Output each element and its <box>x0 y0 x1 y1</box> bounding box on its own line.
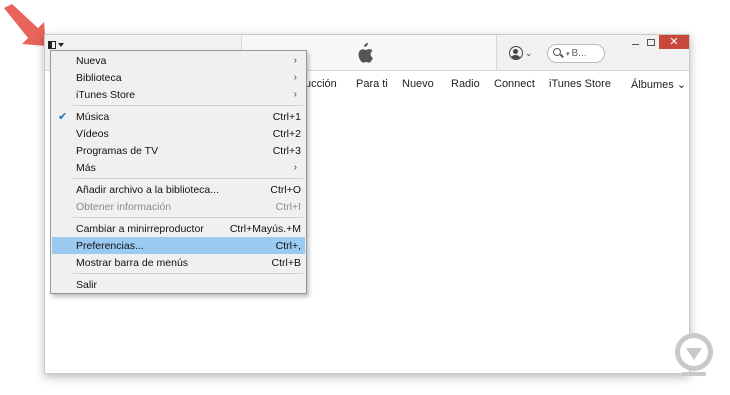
menu-item-shortcut: Ctrl+O <box>270 183 301 196</box>
menu-item-videos[interactable]: Vídeos Ctrl+2 <box>52 125 305 142</box>
tab-nuevo[interactable]: Nuevo <box>402 78 434 90</box>
caret-down-icon <box>58 43 64 47</box>
tab-itunes-store[interactable]: iTunes Store <box>549 78 611 90</box>
menu-item-musica[interactable]: ✔ Música Ctrl+1 <box>52 108 305 125</box>
menu-item-itunes-store[interactable]: iTunes Store › <box>52 86 305 103</box>
submenu-arrow-icon: › <box>293 72 297 83</box>
menu-item-label: Música <box>76 110 110 123</box>
menu-item-label: Biblioteca <box>76 71 122 84</box>
submenu-arrow-icon: › <box>293 89 297 100</box>
menu-item-label: Salir <box>76 278 98 291</box>
tab-produccion[interactable]: ucción <box>305 78 337 90</box>
menu-item-shortcut: Ctrl+1 <box>272 110 301 123</box>
search-icon <box>553 48 564 59</box>
menu-item-label: Más <box>76 161 96 174</box>
search-caret-icon: ▾ <box>566 50 570 58</box>
menu-item-label: Cambiar a minirreproductor <box>76 222 204 235</box>
menu-item-label: Programas de TV <box>76 144 159 157</box>
menu-item-salir[interactable]: Salir <box>52 276 305 293</box>
tab-radio[interactable]: Radio <box>451 78 480 90</box>
menu-item-label: iTunes Store <box>76 88 136 101</box>
menu-separator <box>73 217 303 218</box>
menu-item-anadir-archivo[interactable]: Añadir archivo a la biblioteca... Ctrl+O <box>52 181 305 198</box>
menu-item-shortcut: Ctrl+, <box>275 239 301 252</box>
menu-item-label: Vídeos <box>76 127 109 140</box>
chevron-down-icon: ⌄ <box>525 47 533 58</box>
submenu-arrow-icon: › <box>293 55 297 66</box>
search-input[interactable] <box>571 48 602 59</box>
menu-item-minirreproductor[interactable]: Cambiar a minirreproductor Ctrl+Mayús.+M <box>52 220 305 237</box>
menu-separator <box>73 105 303 106</box>
menu-item-shortcut: Ctrl+2 <box>272 127 301 140</box>
search-field[interactable]: ▾ <box>547 44 605 63</box>
menu-item-obtener-informacion: Obtener información Ctrl+I <box>52 198 305 215</box>
menu-item-shortcut: Ctrl+I <box>275 200 301 213</box>
menu-item-biblioteca[interactable]: Biblioteca › <box>52 69 305 86</box>
menu-item-label: Obtener información <box>76 200 172 213</box>
window-controls: ✕ <box>627 35 689 49</box>
sidebar-toggle-icon <box>48 41 56 49</box>
menu-item-label: Añadir archivo a la biblioteca... <box>76 183 219 196</box>
close-button[interactable]: ✕ <box>659 35 689 49</box>
submenu-arrow-icon: › <box>293 162 297 173</box>
menu-item-label: Preferencias... <box>76 239 144 252</box>
menu-item-preferencias[interactable]: Preferencias... Ctrl+, <box>52 237 305 254</box>
menu-item-shortcut: Ctrl+3 <box>272 144 301 157</box>
apple-logo-icon <box>358 42 373 63</box>
menu-separator <box>73 273 303 274</box>
maximize-button[interactable] <box>643 35 659 49</box>
main-menu-dropdown: Nueva › Biblioteca › iTunes Store › ✔ Mú… <box>50 50 307 294</box>
menu-item-nueva[interactable]: Nueva › <box>52 52 305 69</box>
account-icon <box>509 46 523 60</box>
checkmark-icon: ✔ <box>58 111 68 123</box>
menu-item-mostrar-barra-menus[interactable]: Mostrar barra de menús Ctrl+B <box>52 254 305 271</box>
menu-item-label: Mostrar barra de menús <box>76 256 189 269</box>
account-button[interactable]: ⌄ <box>509 44 537 62</box>
tab-albumes[interactable]: Álbumes ⌄ <box>631 78 686 91</box>
menu-item-label: Nueva <box>76 54 107 67</box>
menu-item-programas-de-tv[interactable]: Programas de TV Ctrl+3 <box>52 142 305 159</box>
menu-item-shortcut: Ctrl+B <box>271 256 301 269</box>
watermark-logo-icon <box>675 333 713 376</box>
menu-item-shortcut: Ctrl+Mayús.+M <box>229 222 301 235</box>
tab-connect[interactable]: Connect <box>494 78 535 90</box>
menu-item-mas[interactable]: Más › <box>52 159 305 176</box>
tab-para-ti[interactable]: Para ti <box>356 78 388 90</box>
close-icon: ✕ <box>669 35 679 48</box>
minimize-button[interactable] <box>627 35 643 49</box>
menu-separator <box>73 178 303 179</box>
